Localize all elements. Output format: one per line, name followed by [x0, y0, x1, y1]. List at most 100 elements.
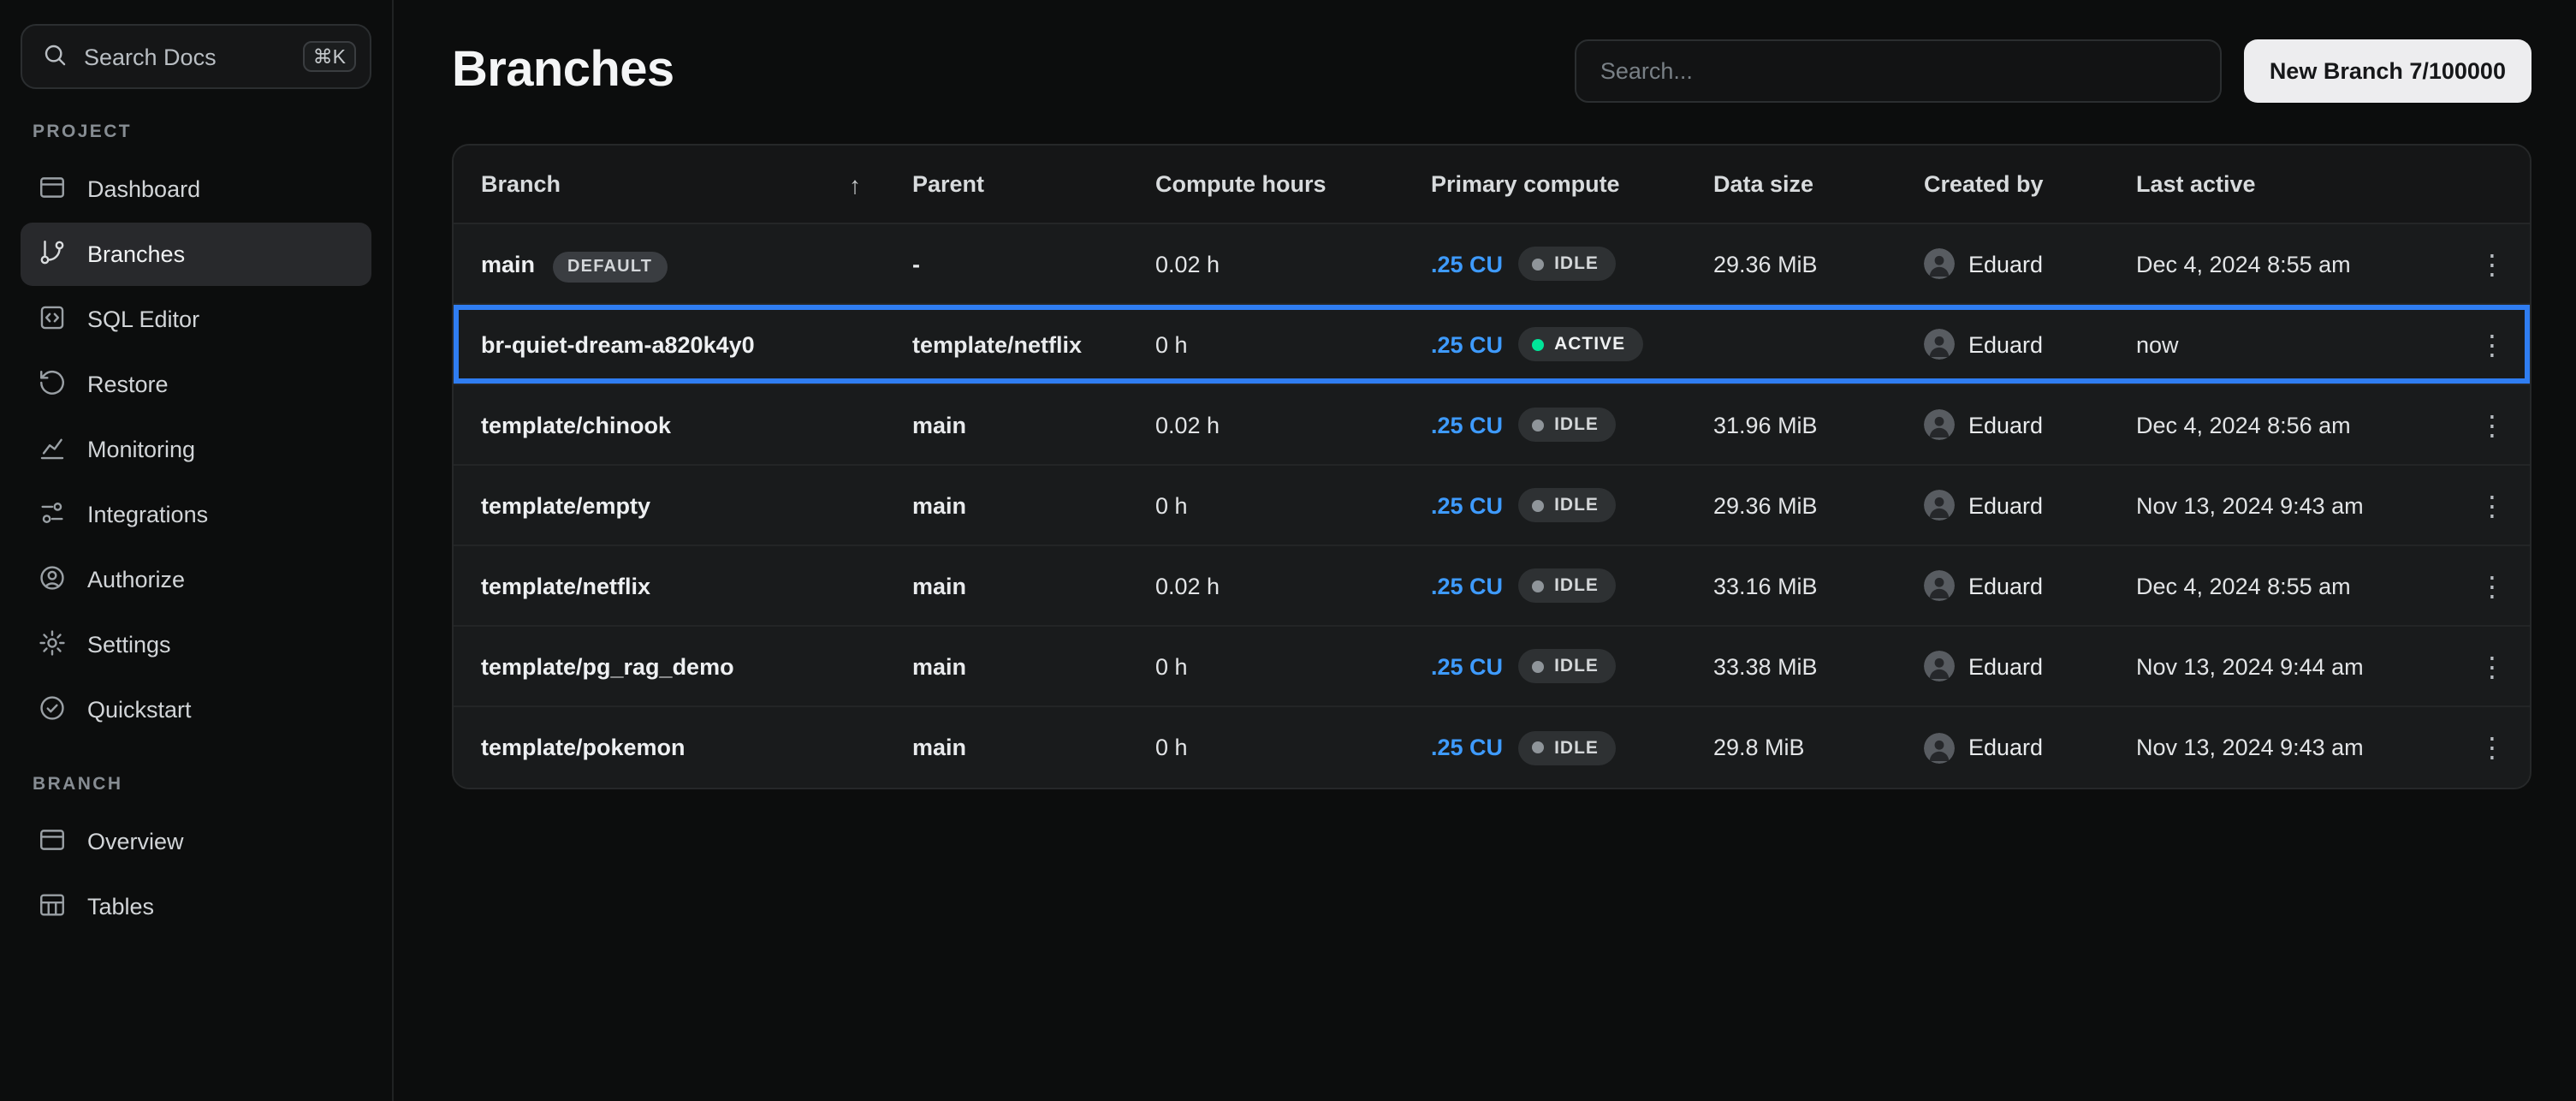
compute-hours: 0 h: [1155, 331, 1431, 357]
sidebar-item-label: SQL Editor: [87, 306, 199, 332]
git-branch-icon: [38, 237, 67, 271]
status-dot-icon: [1532, 741, 1544, 753]
table-row[interactable]: template/pokemon main 0 h .25 CUIDLE 29.…: [454, 707, 2530, 788]
compute-hours: 0 h: [1155, 492, 1431, 518]
parent-branch: main: [912, 735, 1155, 760]
branch-name: template/netflix: [481, 573, 650, 598]
avatar: [1924, 651, 1955, 681]
created-by: Eduard: [1924, 490, 2136, 521]
sidebar-item-authorize[interactable]: Authorize: [21, 548, 371, 611]
status-dot-icon: [1532, 258, 1544, 270]
sidebar-item-integrations[interactable]: Integrations: [21, 483, 371, 546]
column-header-parent[interactable]: Parent: [912, 171, 1155, 197]
status-badge: IDLE: [1518, 488, 1616, 522]
row-menu-button[interactable]: ⋮: [2468, 723, 2516, 771]
search-input[interactable]: [1575, 39, 2222, 103]
column-header-last-active[interactable]: Last active: [2136, 171, 2454, 197]
avatar: [1924, 409, 1955, 440]
overview-icon: [38, 824, 67, 859]
sidebar-item-label: Quickstart: [87, 697, 192, 723]
branch-name: template/pg_rag_demo: [481, 653, 734, 679]
table-row[interactable]: template/pg_rag_demo main 0 h .25 CUIDLE…: [454, 627, 2530, 707]
compute-hours: 0 h: [1155, 653, 1431, 679]
last-active: now: [2136, 331, 2454, 357]
cu-label: .25 CU: [1431, 492, 1503, 518]
sidebar-item-label: Restore: [87, 372, 169, 397]
search-docs-label: Search Docs: [84, 44, 288, 69]
branch-name: template/pokemon: [481, 735, 686, 760]
column-header-created-by[interactable]: Created by: [1924, 171, 2136, 197]
created-by: Eduard: [1924, 329, 2136, 360]
status-badge: IDLE: [1518, 730, 1616, 765]
sort-ascending-icon[interactable]: ↑: [849, 170, 861, 198]
table-row[interactable]: template/empty main 0 h .25 CU IDLE 29.36…: [454, 466, 2530, 546]
sidebar-item-tables[interactable]: Tables: [21, 875, 371, 938]
cu-label: .25 CU: [1431, 331, 1503, 357]
parent-branch: -: [912, 251, 1155, 277]
column-header-compute-hours[interactable]: Compute hours: [1155, 171, 1431, 197]
column-header-data-size[interactable]: Data size: [1713, 171, 1924, 197]
gear-icon: [38, 628, 67, 662]
sidebar-item-settings[interactable]: Settings: [21, 613, 371, 676]
page-header: Branches New Branch 7/100000: [452, 39, 2531, 103]
sidebar-item-restore[interactable]: Restore: [21, 353, 371, 416]
sidebar-item-label: Branches: [87, 241, 185, 267]
last-active: Dec 4, 2024 8:55 am: [2136, 251, 2454, 277]
sidebar: Search Docs ⌘K PROJECT Dashboard Branche…: [0, 0, 394, 1101]
branches-table: Branch ↑ Parent Compute hours Primary co…: [452, 144, 2531, 789]
restore-icon: [38, 367, 67, 402]
sidebar-item-sql-editor[interactable]: SQL Editor: [21, 288, 371, 351]
row-menu-button[interactable]: ⋮: [2468, 401, 2516, 449]
row-menu-button[interactable]: ⋮: [2468, 642, 2516, 690]
parent-branch: main: [912, 492, 1155, 518]
status-badge: ACTIVE: [1518, 327, 1642, 361]
sidebar-item-monitoring[interactable]: Monitoring: [21, 418, 371, 481]
table-icon: [38, 890, 67, 924]
status-badge: IDLE: [1518, 649, 1616, 683]
branch-name: template/chinook: [481, 412, 671, 437]
avatar: [1924, 490, 1955, 521]
sidebar-item-label: Settings: [87, 632, 171, 658]
created-by: Eduard: [1924, 732, 2136, 763]
sidebar-item-quickstart[interactable]: Quickstart: [21, 678, 371, 741]
created-by: Eduard: [1924, 248, 2136, 279]
cu-label: .25 CU: [1431, 251, 1503, 277]
last-active: Nov 13, 2024 9:43 am: [2136, 735, 2454, 760]
table-row-selected[interactable]: br-quiet-dream-a820k4y0 template/netflix…: [454, 305, 2530, 385]
row-menu-button[interactable]: ⋮: [2468, 240, 2516, 288]
sidebar-item-label: Monitoring: [87, 437, 195, 462]
row-menu-button[interactable]: ⋮: [2468, 320, 2516, 368]
dashboard-icon: [38, 172, 67, 206]
row-menu-button[interactable]: ⋮: [2468, 481, 2516, 529]
integrations-icon: [38, 497, 67, 532]
status-dot-icon: [1532, 499, 1544, 511]
data-size: 29.36 MiB: [1713, 492, 1924, 518]
status-badge: IDLE: [1518, 247, 1616, 281]
status-dot-icon: [1532, 660, 1544, 672]
last-active: Nov 13, 2024 9:43 am: [2136, 492, 2454, 518]
table-row[interactable]: template/chinook main 0.02 h .25 CUIDLE …: [454, 385, 2530, 466]
compute-hours: 0 h: [1155, 735, 1431, 760]
sidebar-item-overview[interactable]: Overview: [21, 810, 371, 873]
check-circle-icon: [38, 693, 67, 727]
table-row[interactable]: template/netflix main 0.02 h .25 CUIDLE …: [454, 546, 2530, 627]
parent-branch: main: [912, 573, 1155, 598]
search-docs-button[interactable]: Search Docs ⌘K: [21, 24, 371, 89]
avatar: [1924, 732, 1955, 763]
new-branch-button[interactable]: New Branch 7/100000: [2244, 39, 2531, 103]
branch-name: main: [481, 251, 535, 277]
branch-name: template/empty: [481, 492, 650, 518]
sidebar-item-label: Tables: [87, 894, 154, 919]
column-header-primary-compute[interactable]: Primary compute: [1431, 171, 1713, 197]
row-menu-button[interactable]: ⋮: [2468, 562, 2516, 610]
data-size: 33.38 MiB: [1713, 653, 1924, 679]
table-row[interactable]: mainDEFAULT - 0.02 h .25 CUIDLE 29.36 Mi…: [454, 224, 2530, 305]
monitoring-icon: [38, 432, 67, 467]
column-header-branch[interactable]: Branch ↑: [481, 170, 912, 198]
parent-branch: template/netflix: [912, 331, 1155, 357]
sidebar-item-label: Authorize: [87, 567, 185, 592]
sidebar-item-dashboard[interactable]: Dashboard: [21, 158, 371, 221]
status-dot-icon: [1532, 419, 1544, 431]
cu-label: .25 CU: [1431, 412, 1503, 437]
sidebar-item-branches[interactable]: Branches: [21, 223, 371, 286]
